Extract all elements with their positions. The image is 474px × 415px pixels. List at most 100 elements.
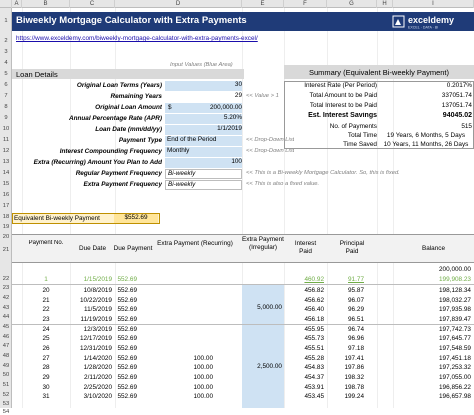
row-number[interactable]: 44 [0, 314, 12, 320]
cell-due-date[interactable]: 11/5/2019 [70, 306, 112, 314]
cell-due-payment[interactable]: 552.69 [115, 364, 137, 372]
cell-principal-paid[interactable]: 96.29 [327, 306, 364, 314]
row-number[interactable]: 50 [0, 372, 12, 378]
cell-due-date[interactable]: 1/28/2020 [70, 364, 112, 372]
cell-due-date[interactable]: 10/22/2019 [70, 297, 112, 305]
cell-interest-paid[interactable]: 454.37 [284, 374, 324, 382]
row-number[interactable]: 23 [0, 285, 12, 291]
cell-principal-paid[interactable]: 199.24 [327, 393, 364, 401]
row-number[interactable]: 6 [0, 82, 12, 88]
cell-due-payment[interactable]: 552.69 [115, 335, 137, 343]
row-number[interactable]: 49 [0, 363, 12, 369]
row-number[interactable]: 47 [0, 343, 12, 349]
cell-due-date[interactable]: 1/14/2020 [70, 355, 112, 363]
row-number[interactable]: 42 [0, 295, 12, 301]
cell-due-date[interactable]: 12/3/2019 [70, 326, 112, 334]
row-number[interactable]: 53 [0, 401, 12, 407]
cell-principal-paid[interactable]: 97.18 [327, 345, 364, 353]
row-number[interactable]: 12 [0, 148, 12, 154]
row-number[interactable]: 17 [0, 203, 12, 209]
cell-extra-recurring[interactable]: 100.00 [155, 393, 213, 401]
cell-due-date[interactable]: 12/17/2019 [70, 335, 112, 343]
cell-principal-paid[interactable]: 95.87 [327, 287, 364, 295]
column-header-e[interactable]: E [242, 0, 284, 8]
cell-payment-no[interactable]: 28 [22, 364, 70, 372]
loan-date-value[interactable]: 1/1/2019 [165, 125, 242, 135]
column-header-b[interactable]: B [22, 0, 70, 8]
cell-balance[interactable]: 197,645.77 [393, 335, 471, 343]
column-header-i[interactable]: I [393, 0, 474, 8]
cell-payment-no[interactable]: 26 [22, 345, 70, 353]
cell-payment-no[interactable]: 29 [22, 374, 70, 382]
row-number[interactable]: 16 [0, 192, 12, 198]
row-number[interactable]: 19 [0, 224, 12, 230]
row-number[interactable]: 4 [0, 60, 12, 66]
column-header-g[interactable]: G [327, 0, 377, 8]
row-number[interactable]: 13 [0, 159, 12, 165]
cell-principal-paid[interactable]: 198.32 [327, 374, 364, 382]
cell-balance[interactable]: 197,548.59 [393, 345, 471, 353]
row-number[interactable]: 14 [0, 170, 12, 176]
row-number[interactable]: 2 [0, 38, 12, 44]
cell-payment-no[interactable]: 31 [22, 393, 70, 401]
cell-due-payment[interactable]: 552.69 [115, 287, 137, 295]
cell-due-payment[interactable]: 552.69 [115, 326, 137, 334]
cell-balance[interactable]: 197,839.47 [393, 316, 471, 324]
cell-due-date[interactable]: 2/25/2020 [70, 384, 112, 392]
cell-due-date[interactable]: 3/10/2020 [70, 393, 112, 401]
cell-payment-no[interactable]: 21 [22, 297, 70, 305]
cell-due-payment[interactable]: 552.69 [115, 306, 137, 314]
row-number[interactable]: 1 [0, 18, 12, 24]
cell-extra-recurring[interactable]: 100.00 [155, 355, 213, 363]
cell-balance[interactable]: 198,032.27 [393, 297, 471, 305]
column-header-c[interactable]: C [70, 0, 115, 8]
select-all-corner[interactable] [0, 0, 12, 8]
cell-payment-no[interactable]: 22 [22, 306, 70, 314]
row-number[interactable]: 54 [0, 409, 12, 415]
cell-due-payment[interactable]: 552.69 [115, 316, 137, 324]
row-number[interactable]: 15 [0, 181, 12, 187]
cell-balance[interactable]: 197,742.73 [393, 326, 471, 334]
row-number[interactable]: 43 [0, 305, 12, 311]
cell-balance[interactable]: 196,856.22 [393, 384, 471, 392]
row-number[interactable]: 51 [0, 382, 12, 388]
row-number[interactable]: 45 [0, 324, 12, 330]
cell-payment-no[interactable]: 25 [22, 335, 70, 343]
column-header-a[interactable]: A [12, 0, 22, 8]
cell-extra-recurring[interactable]: 100.00 [155, 384, 213, 392]
row-number[interactable]: 9 [0, 115, 12, 121]
cell-interest-paid[interactable]: 456.82 [284, 287, 324, 295]
row-number[interactable]: 7 [0, 93, 12, 99]
cell-principal-paid[interactable]: 96.07 [327, 297, 364, 305]
source-link[interactable]: https://www.exceldemy.com/biweekly-mortg… [16, 35, 258, 43]
cell-due-payment[interactable]: 552.69 [115, 374, 137, 382]
cell-due-date[interactable]: 10/8/2019 [70, 287, 112, 295]
cell-principal-paid[interactable]: 96.96 [327, 335, 364, 343]
cell-due-date[interactable]: 2/11/2020 [70, 374, 112, 382]
payment-type-dropdown[interactable]: End of the Period [165, 136, 242, 146]
cell-balance[interactable]: 197,055.00 [393, 374, 471, 382]
cell-interest-paid[interactable]: 453.91 [284, 384, 324, 392]
row-number[interactable]: 10 [0, 126, 12, 132]
cell-principal-paid[interactable]: 96.51 [327, 316, 364, 324]
cell-due-date[interactable]: 12/31/2019 [70, 345, 112, 353]
cell-balance[interactable]: 197,935.98 [393, 306, 471, 314]
row-number[interactable]: 46 [0, 334, 12, 340]
cell-principal-paid[interactable]: 197.86 [327, 364, 364, 372]
cell-balance[interactable]: 197,253.32 [393, 364, 471, 372]
cell-due-payment[interactable]: 552.69 [115, 384, 137, 392]
row-number[interactable]: 52 [0, 392, 12, 398]
cell-balance[interactable]: 196,657.98 [393, 393, 471, 401]
row-number[interactable]: 8 [0, 104, 12, 110]
cell-principal-paid[interactable]: 197.41 [327, 355, 364, 363]
row-number[interactable]: 22 [0, 276, 12, 282]
cell-interest-paid[interactable]: 455.95 [284, 326, 324, 334]
cell-balance[interactable]: 198,128.34 [393, 287, 471, 295]
row-number[interactable]: 3 [0, 49, 12, 55]
cell-payment-no[interactable]: 24 [22, 326, 70, 334]
compounding-dropdown[interactable]: Monthly [165, 147, 242, 157]
cell-interest-paid[interactable]: 454.83 [284, 364, 324, 372]
row-number[interactable]: 18 [0, 214, 12, 220]
cell-due-payment[interactable]: 552.69 [115, 297, 137, 305]
cell-payment-no[interactable]: 20 [22, 287, 70, 295]
